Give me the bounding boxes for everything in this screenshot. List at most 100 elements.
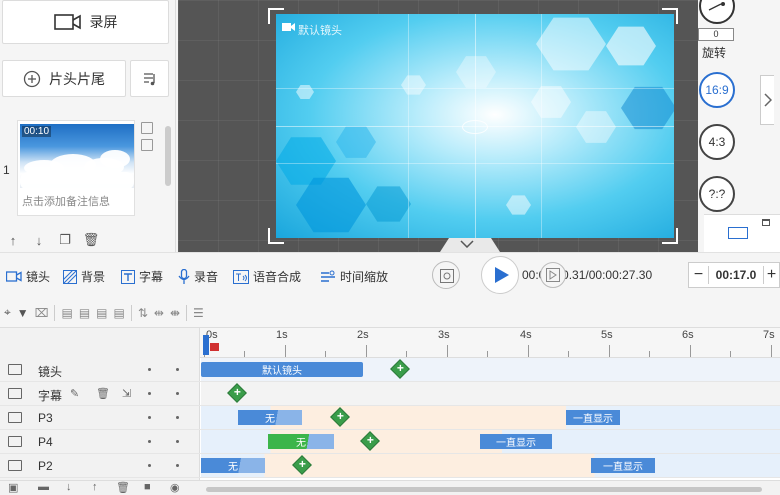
ruler-tick: 2s [357,329,369,341]
track-name: P3 [38,411,53,425]
lock-icon[interactable]: ■ [144,481,151,493]
material-panel: 录屏 片头片尾 1 00:10 点击添加备注信息 ↑ ↓ ❐ 🗑 [0,0,176,252]
ratio-16-9-button[interactable]: 16:9 [699,72,735,108]
add-track-icon[interactable]: ▣ [8,481,18,494]
rotate-label: 旋转 [702,46,727,60]
clip-card[interactable]: 00:10 点击添加备注信息 [17,120,135,216]
align-top-icon[interactable]: ▤ [114,306,125,320]
clear-icon[interactable]: ⌧ [35,306,49,320]
always-show-clip[interactable]: 一直显示 [591,458,655,473]
align-center-icon[interactable]: ▤ [79,306,90,320]
eye-icon[interactable]: ◉ [170,481,180,494]
import-subtitle-icon[interactable]: ⇲ [122,387,131,400]
time-scale-label: 时间缩放 [340,270,389,284]
record-audio-label: 录音 [194,270,219,284]
gather-icon[interactable]: ⇼ [170,306,180,320]
move-down-icon[interactable]: ↓ [28,230,50,250]
locate-icon[interactable]: ⌖ [4,305,11,320]
always-show-clip[interactable]: 一直显示 [566,410,620,425]
track-row-p2: P2 无 一直显示 [0,454,780,478]
background-tool[interactable]: 背景 [63,268,105,285]
image-track-icon [8,436,22,447]
right-panel-toggle[interactable] [760,75,774,125]
material-scrollbar[interactable] [165,126,171,186]
ratio-4-3-button[interactable]: 4:3 [699,124,735,160]
track-row-p4: P4 无 一直显示 [0,430,780,454]
distribute-icon[interactable]: ⇅ [138,306,148,320]
playhead[interactable] [203,335,209,355]
delete-subtitle-icon[interactable]: 🗑 [96,387,110,400]
camera-icon [6,271,22,282]
edit-subtitle-icon[interactable]: ✎ [70,387,79,400]
focus-crosshair[interactable] [462,120,488,134]
track-row-camera: 镜头 默认镜头 [0,358,780,382]
tts-tool[interactable]: 语音合成 [233,268,301,285]
tts-icon [233,269,249,284]
head-tail-label: 片头片尾 [49,70,105,87]
zoom-control: − 00:17.0 + [688,262,780,288]
animation-clip[interactable]: 无 [201,458,265,473]
time-scale-tool[interactable]: 时间缩放 [320,268,388,285]
always-show-clip[interactable]: 一直显示 [480,434,552,449]
align-left-icon[interactable]: ▤ [61,306,72,320]
head-tail-button[interactable]: 片头片尾 [2,60,126,97]
track-row-subtitle: 字幕 ✎ 🗑 ⇲ [0,382,780,406]
duplicate-icon[interactable]: ❐ [54,230,76,250]
ruler-tick: 4s [520,329,532,341]
copy-icon[interactable] [141,122,153,134]
rotate-dial[interactable] [699,0,735,24]
play-button[interactable] [481,256,519,294]
animation-clip[interactable]: 无 [268,434,334,449]
playhead-marker[interactable] [210,343,219,351]
clip-note[interactable]: 点击添加备注信息 [22,193,132,209]
camera-tool[interactable]: 镜头 [6,268,50,285]
record-audio-tool[interactable]: 录音 [178,268,218,285]
trash-icon[interactable] [141,139,153,151]
properties-icon[interactable]: ☰ [193,306,204,320]
plus-circle-icon [23,70,41,87]
track-up-icon[interactable]: ↑ [92,481,98,493]
move-up-icon[interactable]: ↑ [2,230,24,250]
time-ruler[interactable]: 0s 1s 2s 3s 4s 5s 6s 7s [200,328,780,358]
align-right-icon[interactable]: ▤ [96,306,107,320]
music-list-button[interactable] [130,60,169,97]
clip-toolbar: ↑ ↓ ❐ 🗑 [0,228,176,252]
clip-thumbnail: 00:10 [20,124,134,188]
record-screen-button[interactable]: 录屏 [2,0,169,44]
rotate-value-input[interactable]: 0 [698,28,734,41]
mini-preview [704,214,780,252]
delete-icon[interactable]: 🗑 [80,230,102,250]
animation-clip[interactable]: 无 [238,410,302,425]
subtitle-icon [121,269,135,284]
window-icon[interactable] [762,219,770,226]
spread-icon[interactable]: ⇹ [154,306,164,320]
snapshot-button[interactable] [432,261,460,289]
play-icon [495,267,509,283]
track-name: P4 [38,435,53,449]
preview-canvas[interactable]: 默认镜头 [276,14,674,238]
filter-icon[interactable]: ▼ [17,306,29,320]
track-down-icon[interactable]: ↓ [66,481,72,493]
background-icon [63,269,77,284]
step-frame-button[interactable] [540,262,566,288]
folder-icon[interactable]: ▬ [38,481,49,493]
ruler-tick: 7s [763,329,775,341]
ratio-custom-button[interactable]: ?:? [699,176,735,212]
zoom-out-button[interactable]: − [689,266,709,284]
step-icon [546,268,560,282]
subtitle-tool[interactable]: 字幕 [121,268,163,285]
delete-track-icon[interactable]: 🗑 [116,481,130,494]
ruler-tick: 3s [438,329,450,341]
mini-frame-icon[interactable] [728,227,748,239]
clip-number: 1 [3,163,10,177]
image-track-icon [8,460,22,471]
main-toolbar: 镜头 背景 字幕 录音 语音合成 时间缩放 [0,252,780,298]
track-name: 字幕 [38,389,63,403]
zoom-in-button[interactable]: + [763,266,779,284]
zoom-value[interactable]: 00:17.0 [709,268,763,282]
chevron-down-icon[interactable] [460,240,474,248]
timeline-scrollbar[interactable] [206,487,762,492]
rotate-dial-icon [708,2,725,11]
camera-clip[interactable]: 默认镜头 [201,362,363,377]
track-row-p3: P3 无 一直显示 [0,406,780,430]
